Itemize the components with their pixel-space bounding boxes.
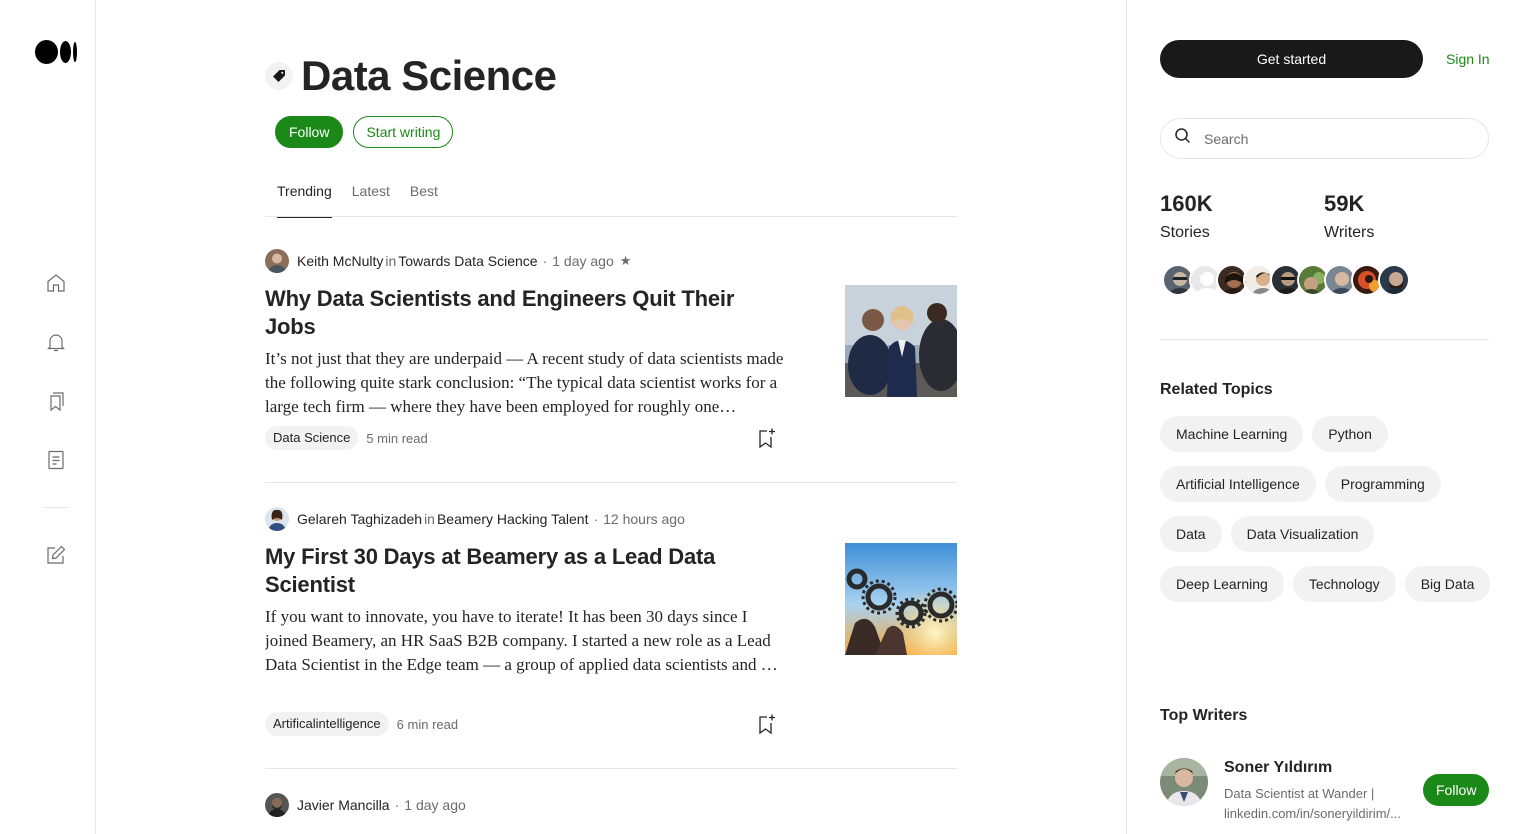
bookmarks-icon[interactable] [44,389,68,413]
topic-pill-big-data[interactable]: Big Data [1404,566,1491,602]
topic-pill-machine-learning[interactable]: Machine Learning [1160,416,1304,452]
article-meta: Gelareh Taghizadeh in Beamery Hacking Ta… [265,507,957,531]
topic-pill-technology[interactable]: Technology [1292,566,1396,602]
writers-stat: 59K Writers [1324,190,1374,242]
author-avatar[interactable] [265,249,289,273]
read-time: 6 min read [396,716,459,732]
tab-trending[interactable]: Trending [277,180,332,218]
article-divider [265,482,957,483]
writer-avatars [1162,264,1410,296]
topic-pill-data-visualization[interactable]: Data Visualization [1230,516,1375,552]
sidebar-divider [1160,339,1489,340]
rail-divider [44,507,68,508]
bookmark-add-icon[interactable] [754,712,778,736]
search-icon [1173,126,1193,151]
get-started-button[interactable]: Get started [1160,40,1423,78]
meta-separator: · [542,253,548,269]
search-box[interactable] [1160,118,1489,159]
publication-name[interactable]: Towards Data Science [398,253,537,269]
article-card[interactable]: Javier Mancilla · 1 day ago [265,793,957,817]
meta-separator: · [394,797,400,813]
logo-circle-medium [60,40,71,63]
author-avatar[interactable] [265,793,289,817]
bookmark-add-icon[interactable] [754,426,778,450]
publish-time: 12 hours ago [603,511,685,527]
read-time: 5 min read [366,430,428,446]
related-topics: Machine Learning Python Artificial Intel… [1160,416,1500,602]
article-card[interactable]: Gelareh Taghizadeh in Beamery Hacking Ta… [265,507,957,736]
article-tag[interactable]: Artificalintelligence [265,712,389,736]
tab-latest[interactable]: Latest [352,180,390,217]
tab-best[interactable]: Best [410,180,438,217]
follow-writer-button[interactable]: Follow [1423,774,1490,806]
article-title[interactable]: My First 30 Days at Beamery as a Lead Da… [265,543,785,599]
logo-circle-small [73,41,77,62]
in-label: in [424,511,435,527]
topic-pill-data[interactable]: Data [1160,516,1222,552]
article-footer: Data Science 5 min read [265,426,428,450]
topic-header: Data Science [265,52,557,100]
stories-icon[interactable] [44,448,68,472]
article-tag[interactable]: Data Science [265,426,359,450]
in-label: in [385,253,397,269]
logo-circle-large [35,39,58,64]
author-name[interactable]: Gelareh Taghizadeh [297,511,422,527]
follow-topic-button[interactable]: Follow [275,116,344,148]
avatar[interactable] [1160,758,1208,806]
author-avatar[interactable] [265,507,289,531]
topic-pill-deep-learning[interactable]: Deep Learning [1160,566,1284,602]
stories-stat: 160K Stories [1160,190,1213,242]
article-thumbnail[interactable] [845,543,957,655]
home-icon[interactable] [44,271,68,295]
member-star-icon: ★ [619,253,632,268]
sign-in-link[interactable]: Sign In [1446,51,1490,67]
article-thumbnail[interactable] [845,829,957,834]
stories-label: Stories [1160,224,1210,241]
right-sidebar: Get started Sign In 160K Stories 59K Wri… [1126,0,1536,834]
writer-bio: Data Scientist at Wander | linkedin.com/… [1224,786,1402,821]
article-footer: Artificalintelligence 6 min read [265,712,458,736]
meta-separator: · [593,511,599,527]
topic-pill-artificial-intelligence[interactable]: Artificial Intelligence [1160,466,1316,502]
medium-logo[interactable] [35,39,77,64]
publish-time: 1 day ago [552,253,614,269]
avatar[interactable] [1378,264,1410,296]
topic-pill-programming[interactable]: Programming [1324,466,1441,502]
left-rail [0,0,96,834]
page-title: Data Science [301,52,557,99]
bell-icon[interactable] [44,330,68,354]
article-thumbnail[interactable] [845,285,957,397]
topic-actions: Follow Start writing [275,116,454,148]
related-topics-title: Related Topics [1160,381,1273,398]
publication-name[interactable]: Beamery Hacking Talent [437,511,588,527]
article-divider [265,768,957,769]
writer-name[interactable]: Soner Yıldırım [1224,759,1332,777]
writers-count: 59K [1324,191,1365,216]
writers-label: Writers [1324,224,1375,241]
author-name[interactable]: Keith McNulty [297,253,383,269]
article-snippet[interactable]: It’s not just that they are underpaid — … [265,347,790,419]
publish-time: 1 day ago [404,797,466,813]
tag-icon [265,62,293,90]
start-writing-button[interactable]: Start writing [353,116,454,148]
article-title[interactable]: Why Data Scientists and Engineers Quit T… [265,285,785,341]
stories-count: 160K [1160,191,1213,216]
article-meta: Keith McNulty in Towards Data Science · … [265,249,957,273]
search-input[interactable] [1204,130,1484,147]
article-meta: Javier Mancilla · 1 day ago [265,793,957,817]
write-icon[interactable] [44,543,68,567]
article-card[interactable]: Keith McNulty in Towards Data Science · … [265,249,957,450]
article-snippet[interactable]: If you want to innovate, you have to ite… [265,605,790,677]
author-name[interactable]: Javier Mancilla [297,797,390,813]
topic-pill-python[interactable]: Python [1312,416,1388,452]
top-writers-title: Top Writers [1160,707,1248,724]
feed-tabs: Trending Latest Best [265,180,957,218]
